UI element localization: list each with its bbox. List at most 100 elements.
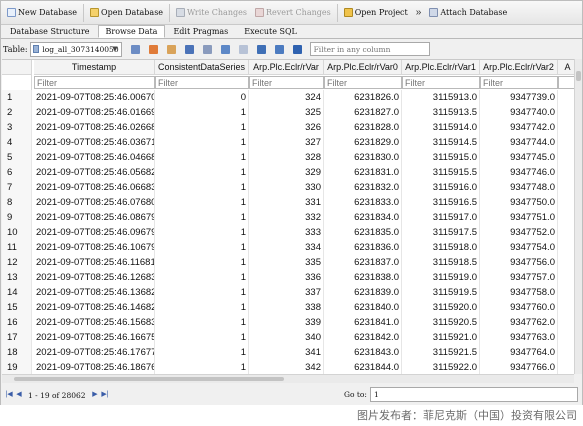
previous-page-icon[interactable]: ◀: [15, 391, 23, 399]
timestamp-cell[interactable]: 2021-09-07T08:25:46.136826: [34, 285, 155, 300]
rvar1-cell[interactable]: 3115913.5: [402, 105, 480, 120]
horizontal-scroll-thumb[interactable]: [14, 377, 284, 381]
find-replace-icon[interactable]: [274, 44, 284, 54]
rvar-cell[interactable]: 342: [249, 360, 324, 374]
consistentdataseries-cell[interactable]: 1: [155, 165, 249, 180]
partial-column-cell[interactable]: [558, 165, 574, 180]
table-select[interactable]: log_all_3073140050 ▼: [29, 41, 122, 57]
filter-field[interactable]: [249, 76, 324, 89]
rvar0-cell[interactable]: 6231837.0: [324, 255, 402, 270]
column-header-partial[interactable]: A: [558, 60, 574, 75]
table-row[interactable]: 16 2021-09-07T08:25:46.156831 1 339 6231841.…: [2, 315, 574, 330]
partial-column-cell[interactable]: [558, 105, 574, 120]
partial-column-cell[interactable]: [558, 210, 574, 225]
timestamp-cell[interactable]: 2021-09-07T08:25:46.186764: [34, 360, 155, 374]
table-row[interactable]: 7 2021-09-07T08:25:46.066834 1 330 6231832.0…: [2, 180, 574, 195]
consistentdataseries-cell[interactable]: 1: [155, 240, 249, 255]
rvar-cell[interactable]: 334: [249, 240, 324, 255]
rvar2-cell[interactable]: 9347758.0: [480, 285, 558, 300]
timestamp-cell[interactable]: 2021-09-07T08:25:46.016696: [34, 105, 155, 120]
rvar-cell[interactable]: 339: [249, 315, 324, 330]
table-row[interactable]: 5 2021-09-07T08:25:46.046688 1 328 6231830.0…: [2, 150, 574, 165]
row-index-cell[interactable]: 10: [2, 225, 32, 240]
partial-column-cell[interactable]: [558, 300, 574, 315]
consistentdataseries-cell[interactable]: 0: [155, 90, 249, 105]
rvar-cell[interactable]: 326: [249, 120, 324, 135]
consistentdataseries-cell[interactable]: 1: [155, 150, 249, 165]
rvar1-cell[interactable]: 3115915.5: [402, 165, 480, 180]
rvar0-cell[interactable]: 6231843.0: [324, 345, 402, 360]
partial-column-cell[interactable]: [558, 90, 574, 105]
partial-column-cell[interactable]: [558, 240, 574, 255]
timestamp-cell[interactable]: 2021-09-07T08:25:46.166758: [34, 330, 155, 345]
filter-field[interactable]: [324, 76, 402, 89]
delete-record-icon[interactable]: [238, 44, 248, 54]
timestamp-cell[interactable]: 2021-09-07T08:25:46.176775: [34, 345, 155, 360]
timestamp-cell[interactable]: 2021-09-07T08:25:46.076801: [34, 195, 155, 210]
rvar2-cell[interactable]: 9347746.0: [480, 165, 558, 180]
rvar1-cell[interactable]: 3115919.0: [402, 270, 480, 285]
timestamp-cell[interactable]: 2021-09-07T08:25:46.096796: [34, 225, 155, 240]
timestamp-cell[interactable]: 2021-09-07T08:25:46.156831: [34, 315, 155, 330]
rvar2-cell[interactable]: 9347740.0: [480, 105, 558, 120]
open-project-button[interactable]: Open Project: [340, 3, 412, 23]
rvar0-cell[interactable]: 6231834.0: [324, 210, 402, 225]
column-header-rvar1[interactable]: Arp.Plc.Eclr/rVar1: [402, 60, 480, 75]
rvar0-cell[interactable]: 6231839.0: [324, 285, 402, 300]
filter-field[interactable]: [480, 76, 558, 89]
rvar0-cell[interactable]: 6231841.0: [324, 315, 402, 330]
save-view-icon[interactable]: [184, 44, 194, 54]
rvar0-cell[interactable]: 6231826.0: [324, 90, 402, 105]
rvar1-cell[interactable]: 3115919.5: [402, 285, 480, 300]
column-header-rvar[interactable]: Arp.Plc.Eclr/rVar: [249, 60, 324, 75]
global-filter-input[interactable]: [309, 42, 430, 56]
table-row[interactable]: 18 2021-09-07T08:25:46.176775 1 341 6231843.…: [2, 345, 574, 360]
partial-column-cell[interactable]: [558, 360, 574, 374]
partial-column-cell[interactable]: [558, 180, 574, 195]
last-page-icon[interactable]: ▶|: [101, 391, 109, 399]
rvar2-cell[interactable]: 9347756.0: [480, 255, 558, 270]
rvar2-cell[interactable]: 9347742.0: [480, 120, 558, 135]
partial-column-cell[interactable]: [558, 270, 574, 285]
rvar1-cell[interactable]: 3115921.0: [402, 330, 480, 345]
rvar1-cell[interactable]: 3115920.0: [402, 300, 480, 315]
table-row[interactable]: 19 2021-09-07T08:25:46.186764 1 342 6231844.…: [2, 360, 574, 374]
rvar2-cell[interactable]: 9347754.0: [480, 240, 558, 255]
table-row[interactable]: 14 2021-09-07T08:25:46.136826 1 337 6231839.…: [2, 285, 574, 300]
rvar2-cell[interactable]: 9347766.0: [480, 360, 558, 374]
consistentdataseries-cell[interactable]: 1: [155, 360, 249, 374]
rvar1-cell[interactable]: 3115913.0: [402, 90, 480, 105]
row-index-cell[interactable]: 13: [2, 270, 32, 285]
partial-column-cell[interactable]: [558, 345, 574, 360]
rvar0-cell[interactable]: 6231842.0: [324, 330, 402, 345]
table-row[interactable]: 12 2021-09-07T08:25:46.116811 1 335 6231837.…: [2, 255, 574, 270]
vertical-scrollbar[interactable]: [574, 59, 582, 374]
rvar2-cell[interactable]: 9347751.0: [480, 210, 558, 225]
rvar2-cell[interactable]: 9347745.0: [480, 150, 558, 165]
consistentdataseries-cell[interactable]: 1: [155, 315, 249, 330]
rvar1-cell[interactable]: 3115918.5: [402, 255, 480, 270]
table-row[interactable]: 4 2021-09-07T08:25:46.036712 1 327 6231829.0…: [2, 135, 574, 150]
rvar1-cell[interactable]: 3115914.5: [402, 135, 480, 150]
rvar-cell[interactable]: 340: [249, 330, 324, 345]
filter-field[interactable]: [155, 76, 249, 89]
first-page-icon[interactable]: |◀: [5, 391, 13, 399]
consistentdataseries-cell[interactable]: 1: [155, 270, 249, 285]
vertical-scroll-thumb[interactable]: [576, 71, 581, 81]
rvar-cell[interactable]: 335: [249, 255, 324, 270]
filter-field[interactable]: [558, 76, 574, 89]
row-index-cell[interactable]: 14: [2, 285, 32, 300]
consistentdataseries-cell[interactable]: 1: [155, 195, 249, 210]
consistentdataseries-cell[interactable]: 1: [155, 225, 249, 240]
row-index-cell[interactable]: 16: [2, 315, 32, 330]
attach-database-button[interactable]: Attach Database: [425, 3, 511, 23]
rvar0-cell[interactable]: 6231828.0: [324, 120, 402, 135]
consistentdataseries-cell[interactable]: 1: [155, 210, 249, 225]
row-index-cell[interactable]: 2: [2, 105, 32, 120]
rvar0-cell[interactable]: 6231829.0: [324, 135, 402, 150]
consistentdataseries-cell[interactable]: 1: [155, 345, 249, 360]
rvar2-cell[interactable]: 9347748.0: [480, 180, 558, 195]
table-row[interactable]: 10 2021-09-07T08:25:46.096796 1 333 6231835.…: [2, 225, 574, 240]
rvar1-cell[interactable]: 3115921.5: [402, 345, 480, 360]
rvar0-cell[interactable]: 6231840.0: [324, 300, 402, 315]
